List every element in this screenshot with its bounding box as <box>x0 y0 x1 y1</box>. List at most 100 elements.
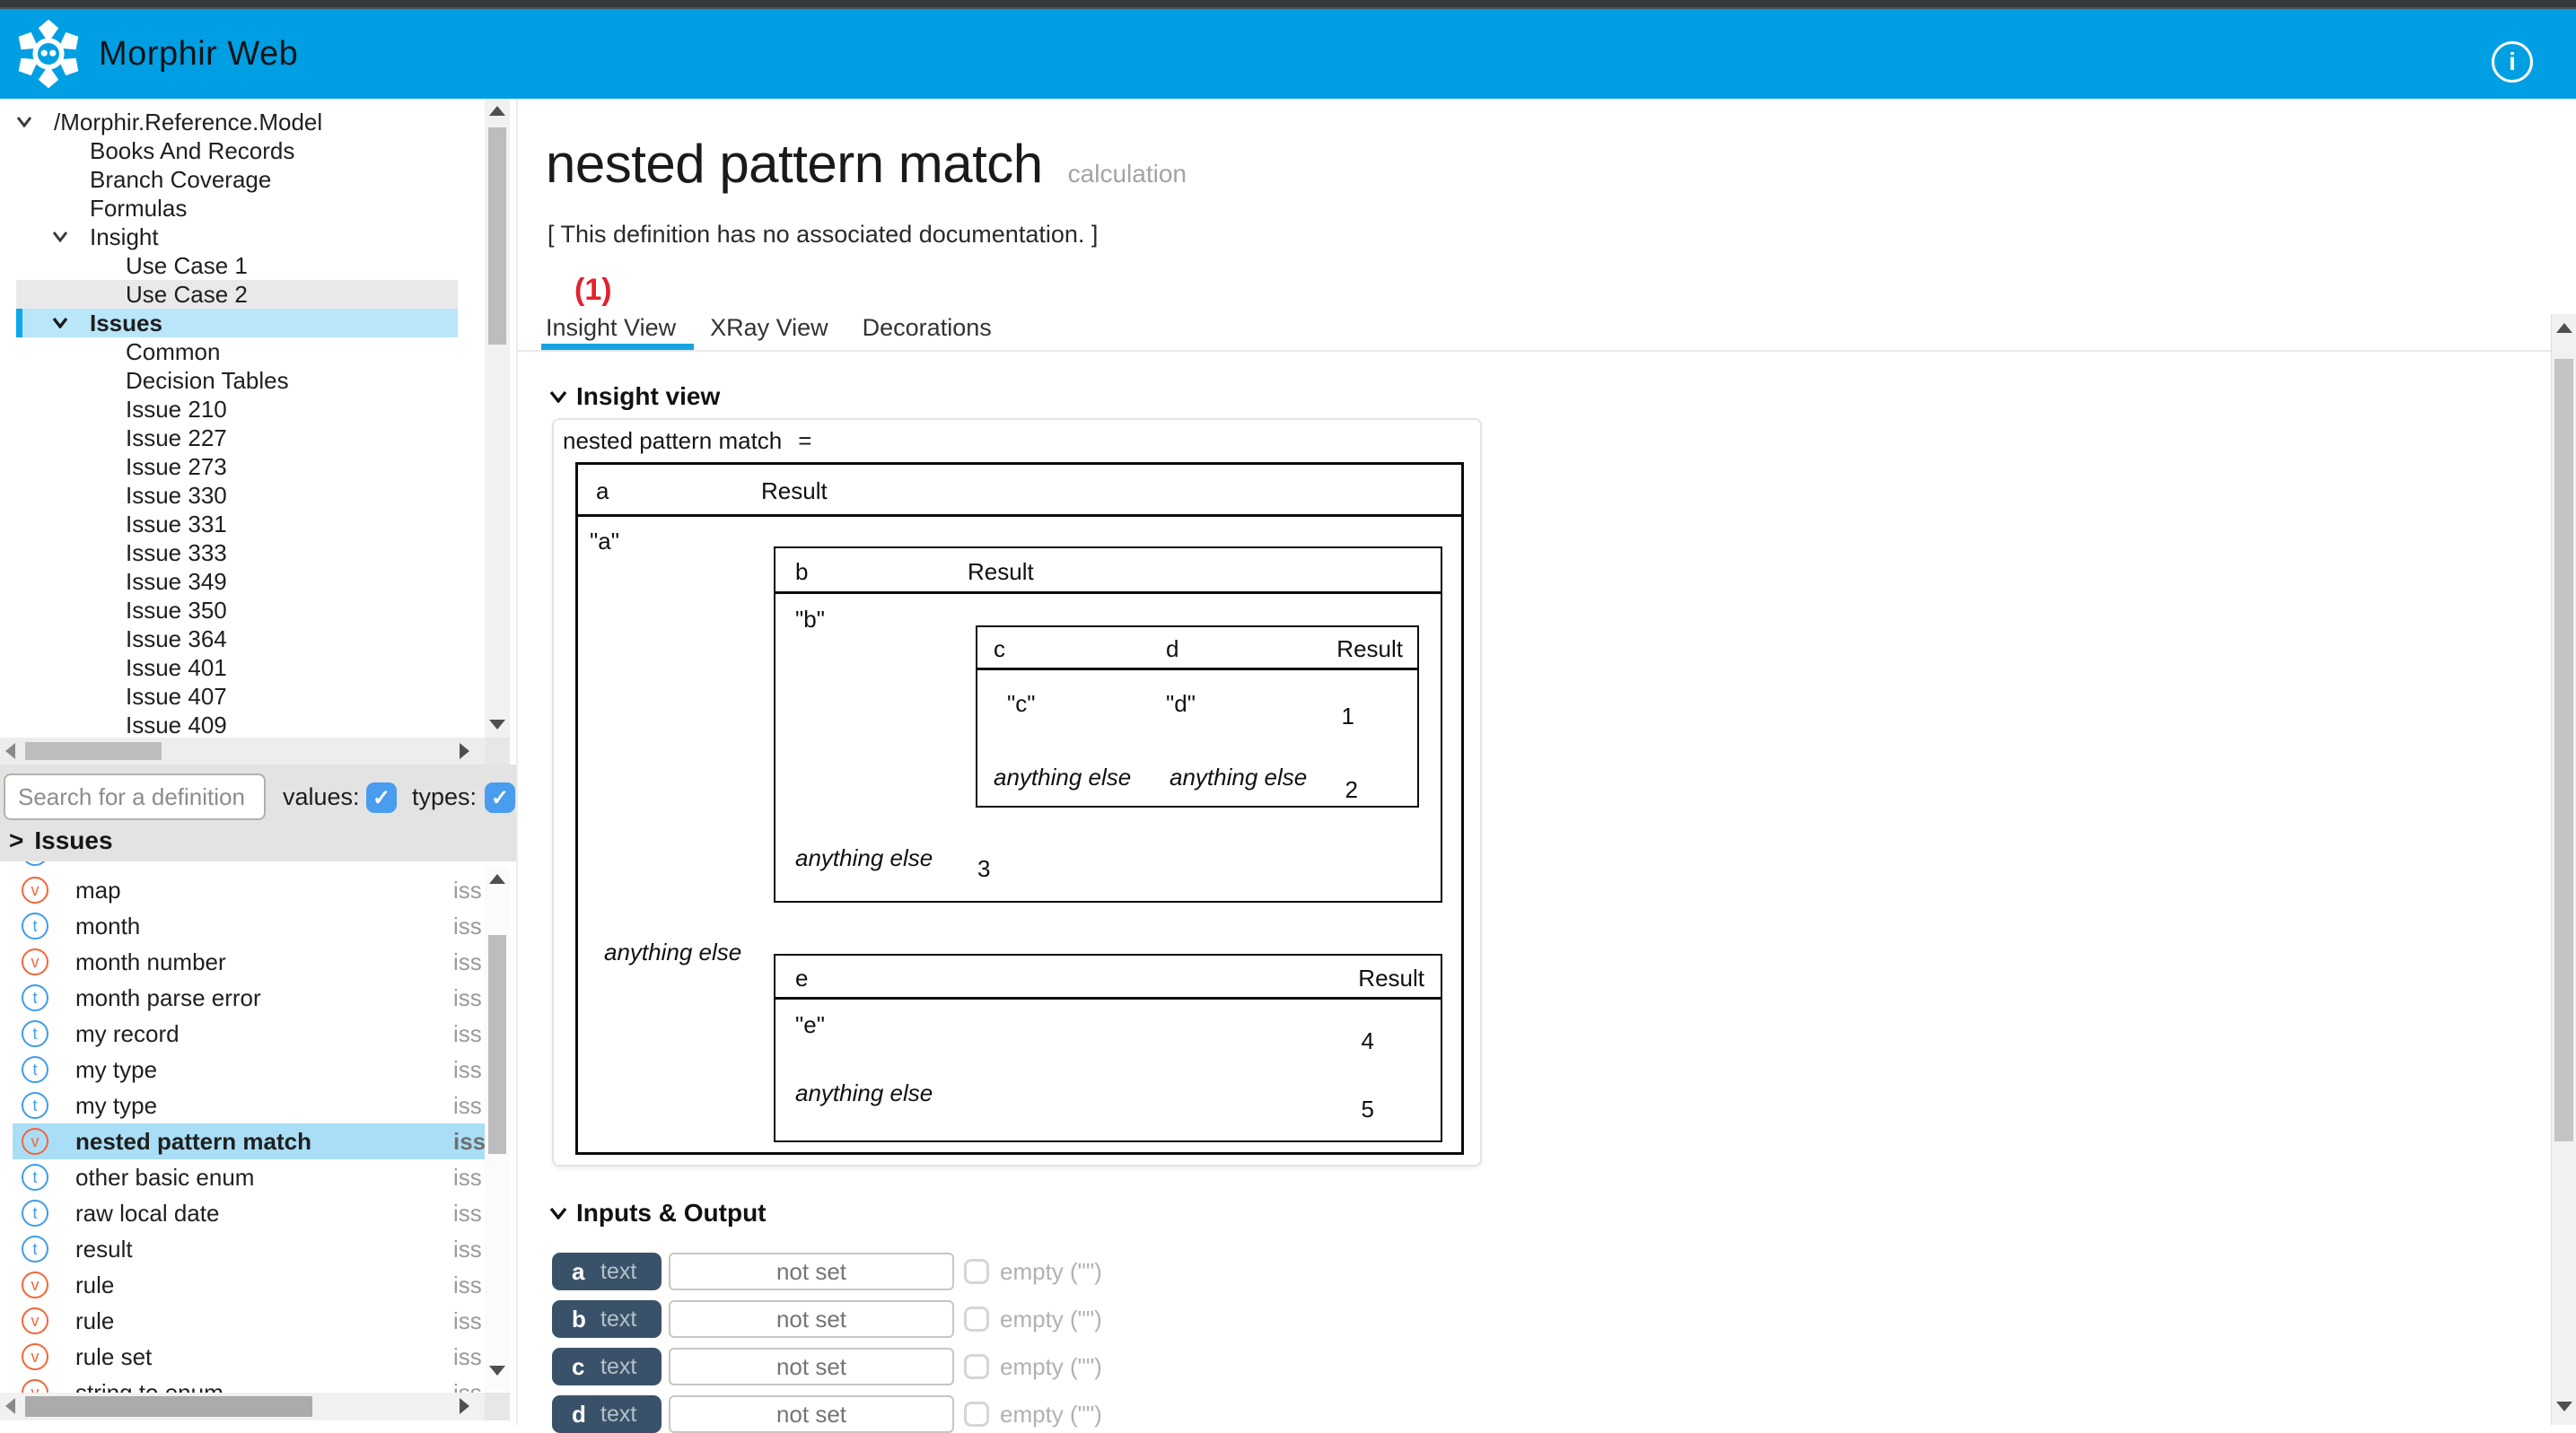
definitions-section-header[interactable]: > Issues <box>0 820 516 861</box>
tree-item[interactable]: Issue 364 <box>0 625 485 653</box>
tree-item[interactable]: Issue 350 <box>0 596 485 625</box>
tree-scrollbar-vertical[interactable] <box>485 99 510 738</box>
pattern-literal: "b" <box>795 606 825 633</box>
tree-item[interactable]: Issue 333 <box>0 538 485 567</box>
list-item[interactable]: t result iss <box>0 1231 516 1267</box>
input-value-field[interactable] <box>669 1395 954 1433</box>
chevron-down-icon[interactable] <box>16 116 32 127</box>
column-result: Result <box>1358 965 1424 992</box>
list-scrollbar-horizontal[interactable] <box>0 1393 485 1420</box>
list-item[interactable]: v map iss <box>0 872 516 908</box>
scrollbar-thumb[interactable] <box>25 1396 312 1417</box>
window-top-strip <box>0 0 2576 9</box>
tree-item[interactable]: Issue 210 <box>0 395 485 424</box>
pattern-table-e: e Result "e" 4 anything else 5 <box>774 954 1442 1142</box>
scrollbar-corner <box>485 1393 510 1420</box>
chevron-down-icon[interactable] <box>549 390 567 403</box>
chevron-right-icon[interactable]: > <box>9 826 23 855</box>
scroll-right-icon[interactable] <box>460 1398 469 1414</box>
tab-insight-view[interactable]: Insight View <box>546 314 676 342</box>
list-item[interactable]: t raw local date iss <box>0 1195 516 1231</box>
page-title: nested pattern matchcalculation <box>546 133 1187 195</box>
tree-item[interactable]: Issue 401 <box>0 653 485 682</box>
tree-item[interactable]: Issue 227 <box>0 424 485 452</box>
tree-item-use-case-2[interactable]: Use Case 2 <box>0 280 485 309</box>
tree-item[interactable]: Decision Tables <box>0 366 485 395</box>
tree-item[interactable]: Use Case 1 <box>0 251 485 280</box>
list-item[interactable]: t other basic enum iss <box>0 1159 516 1195</box>
empty-checkbox[interactable] <box>964 1354 989 1379</box>
selection-bar <box>16 309 22 337</box>
search-input[interactable] <box>4 773 266 820</box>
tree-item[interactable]: Issue 407 <box>0 682 485 711</box>
definition-label: nested pattern match= <box>563 427 811 455</box>
scroll-down-icon[interactable] <box>2556 1402 2572 1411</box>
tree-item-issues-selected[interactable]: Issues <box>0 309 485 337</box>
tabs-divider <box>518 350 2551 352</box>
tree-item[interactable]: Issue 330 <box>0 481 485 510</box>
input-value-field[interactable] <box>669 1253 954 1290</box>
chevron-down-icon[interactable] <box>52 231 68 242</box>
tree-item[interactable]: Issue 331 <box>0 510 485 538</box>
scroll-left-icon[interactable] <box>5 743 15 759</box>
scroll-down-icon[interactable] <box>489 720 505 730</box>
tree-scrollbar-horizontal[interactable] <box>0 738 485 765</box>
tree-item[interactable]: Issue 409 <box>0 711 485 738</box>
type-icon: t <box>22 1020 48 1047</box>
value-icon: v <box>22 1343 48 1370</box>
scroll-up-icon[interactable] <box>2556 323 2572 333</box>
tree-item[interactable]: Common <box>0 337 485 366</box>
scroll-left-icon[interactable] <box>5 1398 15 1414</box>
type-icon: t <box>22 1164 48 1191</box>
empty-checkbox[interactable] <box>964 1306 989 1332</box>
scrollbar-thumb[interactable] <box>488 935 506 1154</box>
scroll-up-icon[interactable] <box>489 874 505 884</box>
input-value-field[interactable] <box>669 1300 954 1338</box>
input-value-field[interactable] <box>669 1348 954 1385</box>
tree-item-root[interactable]: /Morphir.Reference.Model <box>0 108 485 136</box>
insight-section-header[interactable]: Insight view <box>549 382 720 411</box>
pattern-wildcard: anything else <box>1170 764 1307 791</box>
main-scrollbar-vertical[interactable] <box>2551 314 2576 1425</box>
scroll-down-icon[interactable] <box>489 1366 505 1376</box>
list-item[interactable]: t my type iss <box>0 1052 516 1088</box>
list-item[interactable]: t my record iss <box>0 1016 516 1052</box>
tree-item-insight[interactable]: Insight <box>0 223 485 251</box>
scrollbar-thumb[interactable] <box>2554 359 2573 1141</box>
scroll-right-icon[interactable] <box>460 743 469 759</box>
scrollbar-thumb[interactable] <box>488 127 506 345</box>
scrollbar-thumb[interactable] <box>25 742 162 760</box>
list-item-selected[interactable]: v nested pattern match iss <box>0 1123 516 1159</box>
list-item[interactable]: v rule set iss <box>0 1339 516 1375</box>
types-checkbox[interactable] <box>485 782 515 813</box>
tree-item[interactable]: Issue 273 <box>0 452 485 481</box>
tree-item[interactable]: Books And Records <box>0 136 485 165</box>
list-item[interactable]: v rule iss <box>0 1303 516 1339</box>
list-item[interactable]: t my type iss <box>0 1088 516 1123</box>
tab-xray-view[interactable]: XRay View <box>710 314 828 342</box>
list-item-partial[interactable]: iss <box>0 861 516 870</box>
tree-item[interactable]: Branch Coverage <box>0 165 485 194</box>
tab-decorations[interactable]: Decorations <box>863 314 992 342</box>
tree-item[interactable]: Formulas <box>0 194 485 223</box>
list-item[interactable]: t month parse error iss <box>0 980 516 1016</box>
type-icon <box>22 861 48 866</box>
list-item[interactable]: v rule iss <box>0 1267 516 1303</box>
list-scrollbar-vertical[interactable] <box>485 867 510 1391</box>
result-value: 2 <box>1345 776 1358 804</box>
io-section-header[interactable]: Inputs & Output <box>549 1199 767 1228</box>
tree-item[interactable]: Issue 349 <box>0 567 485 596</box>
chevron-down-icon[interactable] <box>52 317 68 328</box>
empty-checkbox[interactable] <box>964 1259 989 1284</box>
pattern-table-header: b Result <box>775 548 1441 594</box>
chevron-down-icon[interactable] <box>549 1207 567 1219</box>
info-icon[interactable]: i <box>2492 41 2533 83</box>
list-item[interactable]: v month number iss <box>0 944 516 980</box>
values-checkbox[interactable] <box>366 782 397 813</box>
scroll-up-icon[interactable] <box>489 106 505 116</box>
pattern-literal: "e" <box>795 1011 825 1039</box>
type-icon: t <box>22 1092 48 1119</box>
empty-checkbox[interactable] <box>964 1402 989 1427</box>
list-item[interactable]: t month iss <box>0 908 516 944</box>
column-result: Result <box>761 477 828 505</box>
